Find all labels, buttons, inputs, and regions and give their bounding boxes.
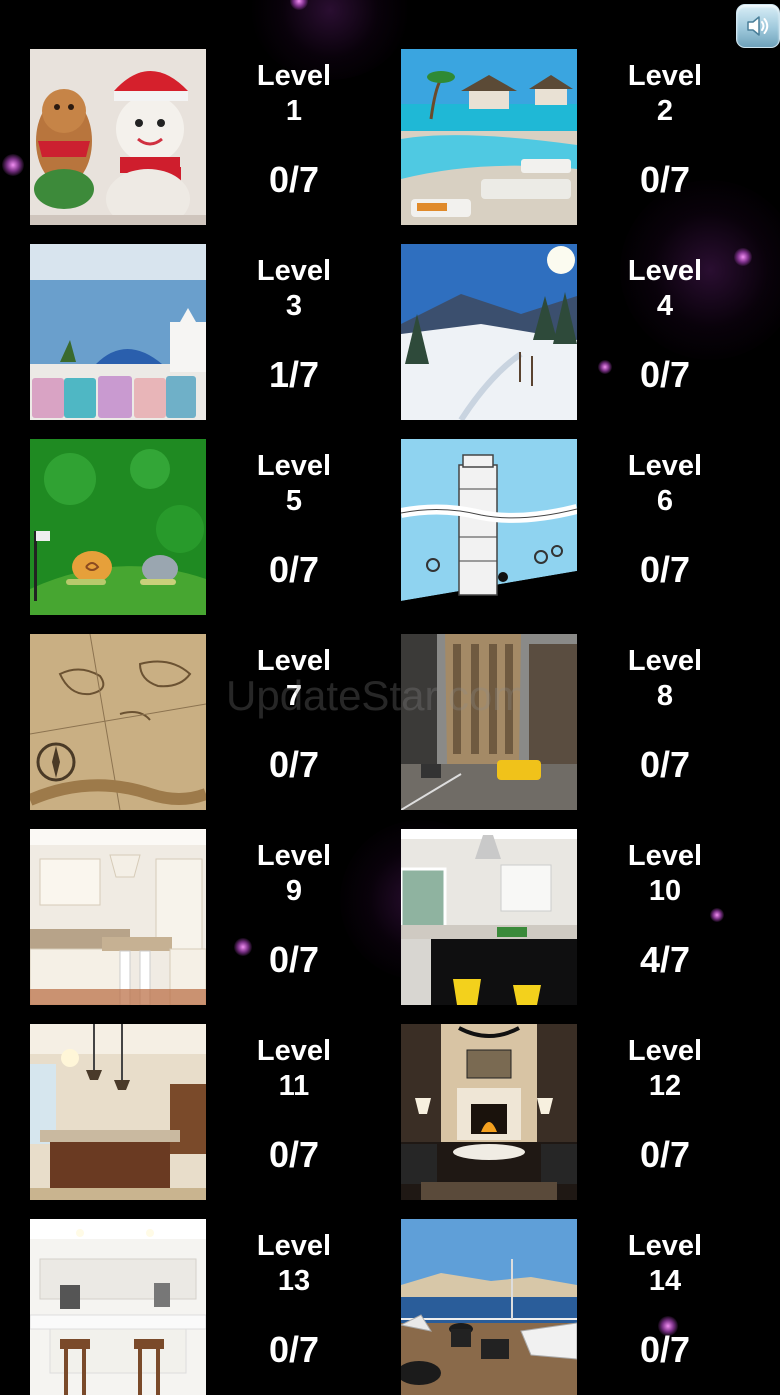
level-thumbnail xyxy=(401,634,577,810)
level-thumbnail xyxy=(30,244,206,420)
level-label: Level xyxy=(256,1230,332,1262)
level-number: 1 xyxy=(285,95,303,127)
level-number: 13 xyxy=(277,1265,311,1297)
level-progress: 0/7 xyxy=(639,354,691,395)
level-progress: 0/7 xyxy=(268,939,320,980)
level-label: Level xyxy=(256,645,332,677)
level-progress: 0/7 xyxy=(639,159,691,200)
level-number: 4 xyxy=(656,290,674,322)
level-card-2[interactable]: Level 2 0/7 xyxy=(401,49,771,225)
level-progress: 4/7 xyxy=(639,939,691,980)
level-number: 7 xyxy=(285,680,303,712)
speaker-icon xyxy=(745,14,771,38)
level-card-6[interactable]: Level 6 0/7 xyxy=(401,439,771,615)
level-thumbnail xyxy=(401,439,577,615)
level-progress: 0/7 xyxy=(268,159,320,200)
level-progress: 0/7 xyxy=(639,1134,691,1175)
level-label: Level xyxy=(627,255,703,287)
level-number: 11 xyxy=(278,1070,310,1102)
level-number: 2 xyxy=(656,95,674,127)
level-thumbnail xyxy=(401,1024,577,1200)
level-progress: 1/7 xyxy=(268,354,320,395)
level-progress: 0/7 xyxy=(268,744,320,785)
level-label: Level xyxy=(627,645,703,677)
level-thumbnail xyxy=(30,1024,206,1200)
level-number: 10 xyxy=(648,875,682,907)
level-progress: 0/7 xyxy=(268,1329,320,1370)
level-label: Level xyxy=(256,1035,332,1067)
level-thumbnail xyxy=(401,244,577,420)
level-card-1[interactable]: Level 1 0/7 xyxy=(30,49,400,225)
level-number: 12 xyxy=(648,1070,682,1102)
level-thumbnail xyxy=(30,634,206,810)
level-progress: 0/7 xyxy=(268,1134,320,1175)
level-card-13[interactable]: Level 13 0/7 xyxy=(30,1219,400,1395)
level-label: Level xyxy=(627,450,703,482)
sound-toggle-button[interactable] xyxy=(736,4,780,48)
level-thumbnail xyxy=(30,1219,206,1395)
level-thumbnail xyxy=(30,49,206,225)
level-number: 3 xyxy=(285,290,303,322)
level-card-4[interactable]: Level 4 0/7 xyxy=(401,244,771,420)
level-label: Level xyxy=(627,840,703,872)
level-card-7[interactable]: Level 7 0/7 xyxy=(30,634,400,810)
level-label: Level xyxy=(256,60,332,92)
level-label: Level xyxy=(627,1035,703,1067)
level-label: Level xyxy=(256,255,332,287)
level-progress: 0/7 xyxy=(639,1329,691,1370)
level-label: Level xyxy=(256,450,332,482)
level-card-8[interactable]: Level 8 0/7 xyxy=(401,634,771,810)
level-thumbnail xyxy=(30,829,206,1005)
level-thumbnail xyxy=(30,439,206,615)
level-number: 14 xyxy=(648,1265,682,1297)
level-label: Level xyxy=(627,60,703,92)
level-progress: 0/7 xyxy=(639,549,691,590)
level-label: Level xyxy=(627,1230,703,1262)
level-card-11[interactable]: Level 11 0/7 xyxy=(30,1024,400,1200)
level-progress: 0/7 xyxy=(268,549,320,590)
level-card-14[interactable]: Level 14 0/7 xyxy=(401,1219,771,1395)
level-number: 9 xyxy=(285,875,303,907)
level-thumbnail xyxy=(401,829,577,1005)
level-number: 6 xyxy=(656,485,674,517)
level-progress: 0/7 xyxy=(639,744,691,785)
level-number: 8 xyxy=(656,680,674,712)
level-card-12[interactable]: Level 12 0/7 xyxy=(401,1024,771,1200)
level-card-9[interactable]: Level 9 0/7 xyxy=(30,829,400,1005)
level-card-3[interactable]: Level 3 1/7 xyxy=(30,244,400,420)
level-thumbnail xyxy=(401,49,577,225)
level-thumbnail xyxy=(401,1219,577,1395)
level-number: 5 xyxy=(285,485,303,517)
level-label: Level xyxy=(256,840,332,872)
level-card-10[interactable]: Level 10 4/7 xyxy=(401,829,771,1005)
level-card-5[interactable]: Level 5 0/7 xyxy=(30,439,400,615)
